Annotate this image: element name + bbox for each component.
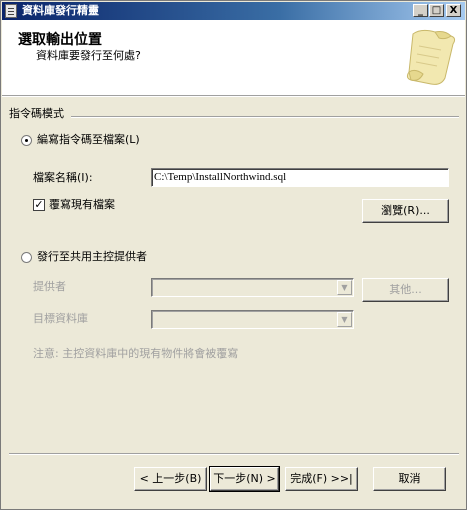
minimize-button[interactable]: _ (413, 4, 428, 17)
next-button[interactable]: 下一步(N) > (209, 466, 280, 492)
title-bar[interactable]: 資料庫發行精靈 _ □ X (2, 2, 465, 20)
chevron-down-icon[interactable]: ▼ (337, 312, 352, 327)
back-button[interactable]: < 上一步(B) (134, 467, 207, 491)
target-db-select[interactable]: ▼ (151, 310, 354, 329)
app-icon (5, 4, 17, 18)
group-divider (71, 116, 459, 118)
page-title: 選取輸出位置 (18, 32, 102, 48)
scroll-icon (406, 29, 456, 85)
overwrite-warning-note: 注意: 主控資料庫中的現有物件將會被覆寫 (33, 347, 239, 360)
close-button[interactable]: X (446, 4, 461, 17)
other-button[interactable]: 其他... (362, 278, 449, 302)
provider-label: 提供者 (33, 280, 66, 293)
wizard-window: 資料庫發行精靈 _ □ X 選取輸出位置 資料庫要發行至何處? 指令碼模式 編寫… (0, 0, 467, 510)
chevron-down-icon[interactable]: ▼ (337, 280, 352, 295)
filename-input[interactable]: C:\Temp\InstallNorthwind.sql (151, 168, 449, 187)
radio-write-to-file-label[interactable]: 編寫指令碼至檔案(L) (37, 133, 140, 147)
overwrite-checkbox[interactable]: ✓ (33, 199, 45, 211)
page-subtitle: 資料庫要發行至何處? (36, 49, 141, 62)
overwrite-label[interactable]: 覆寫現有檔案 (49, 198, 115, 212)
maximize-button[interactable]: □ (429, 4, 444, 17)
radio-publish-to-host[interactable] (21, 252, 32, 263)
window-title: 資料庫發行精靈 (22, 4, 99, 17)
radio-publish-to-host-label[interactable]: 發行至共用主控提供者 (37, 250, 147, 264)
radio-write-to-file[interactable] (21, 135, 32, 146)
header-divider (2, 96, 465, 97)
footer-divider (9, 453, 459, 455)
provider-select[interactable]: ▼ (151, 278, 354, 297)
wizard-header: 選取輸出位置 資料庫要發行至何處? (2, 20, 465, 96)
target-db-label: 目標資料庫 (33, 312, 88, 325)
group-label-script-mode: 指令碼模式 (9, 107, 64, 120)
browse-button[interactable]: 瀏覽(R)... (362, 199, 449, 223)
finish-button[interactable]: 完成(F) >>| (285, 467, 358, 491)
filename-label: 檔案名稱(I): (33, 171, 93, 184)
cancel-button[interactable]: 取消 (373, 467, 446, 491)
